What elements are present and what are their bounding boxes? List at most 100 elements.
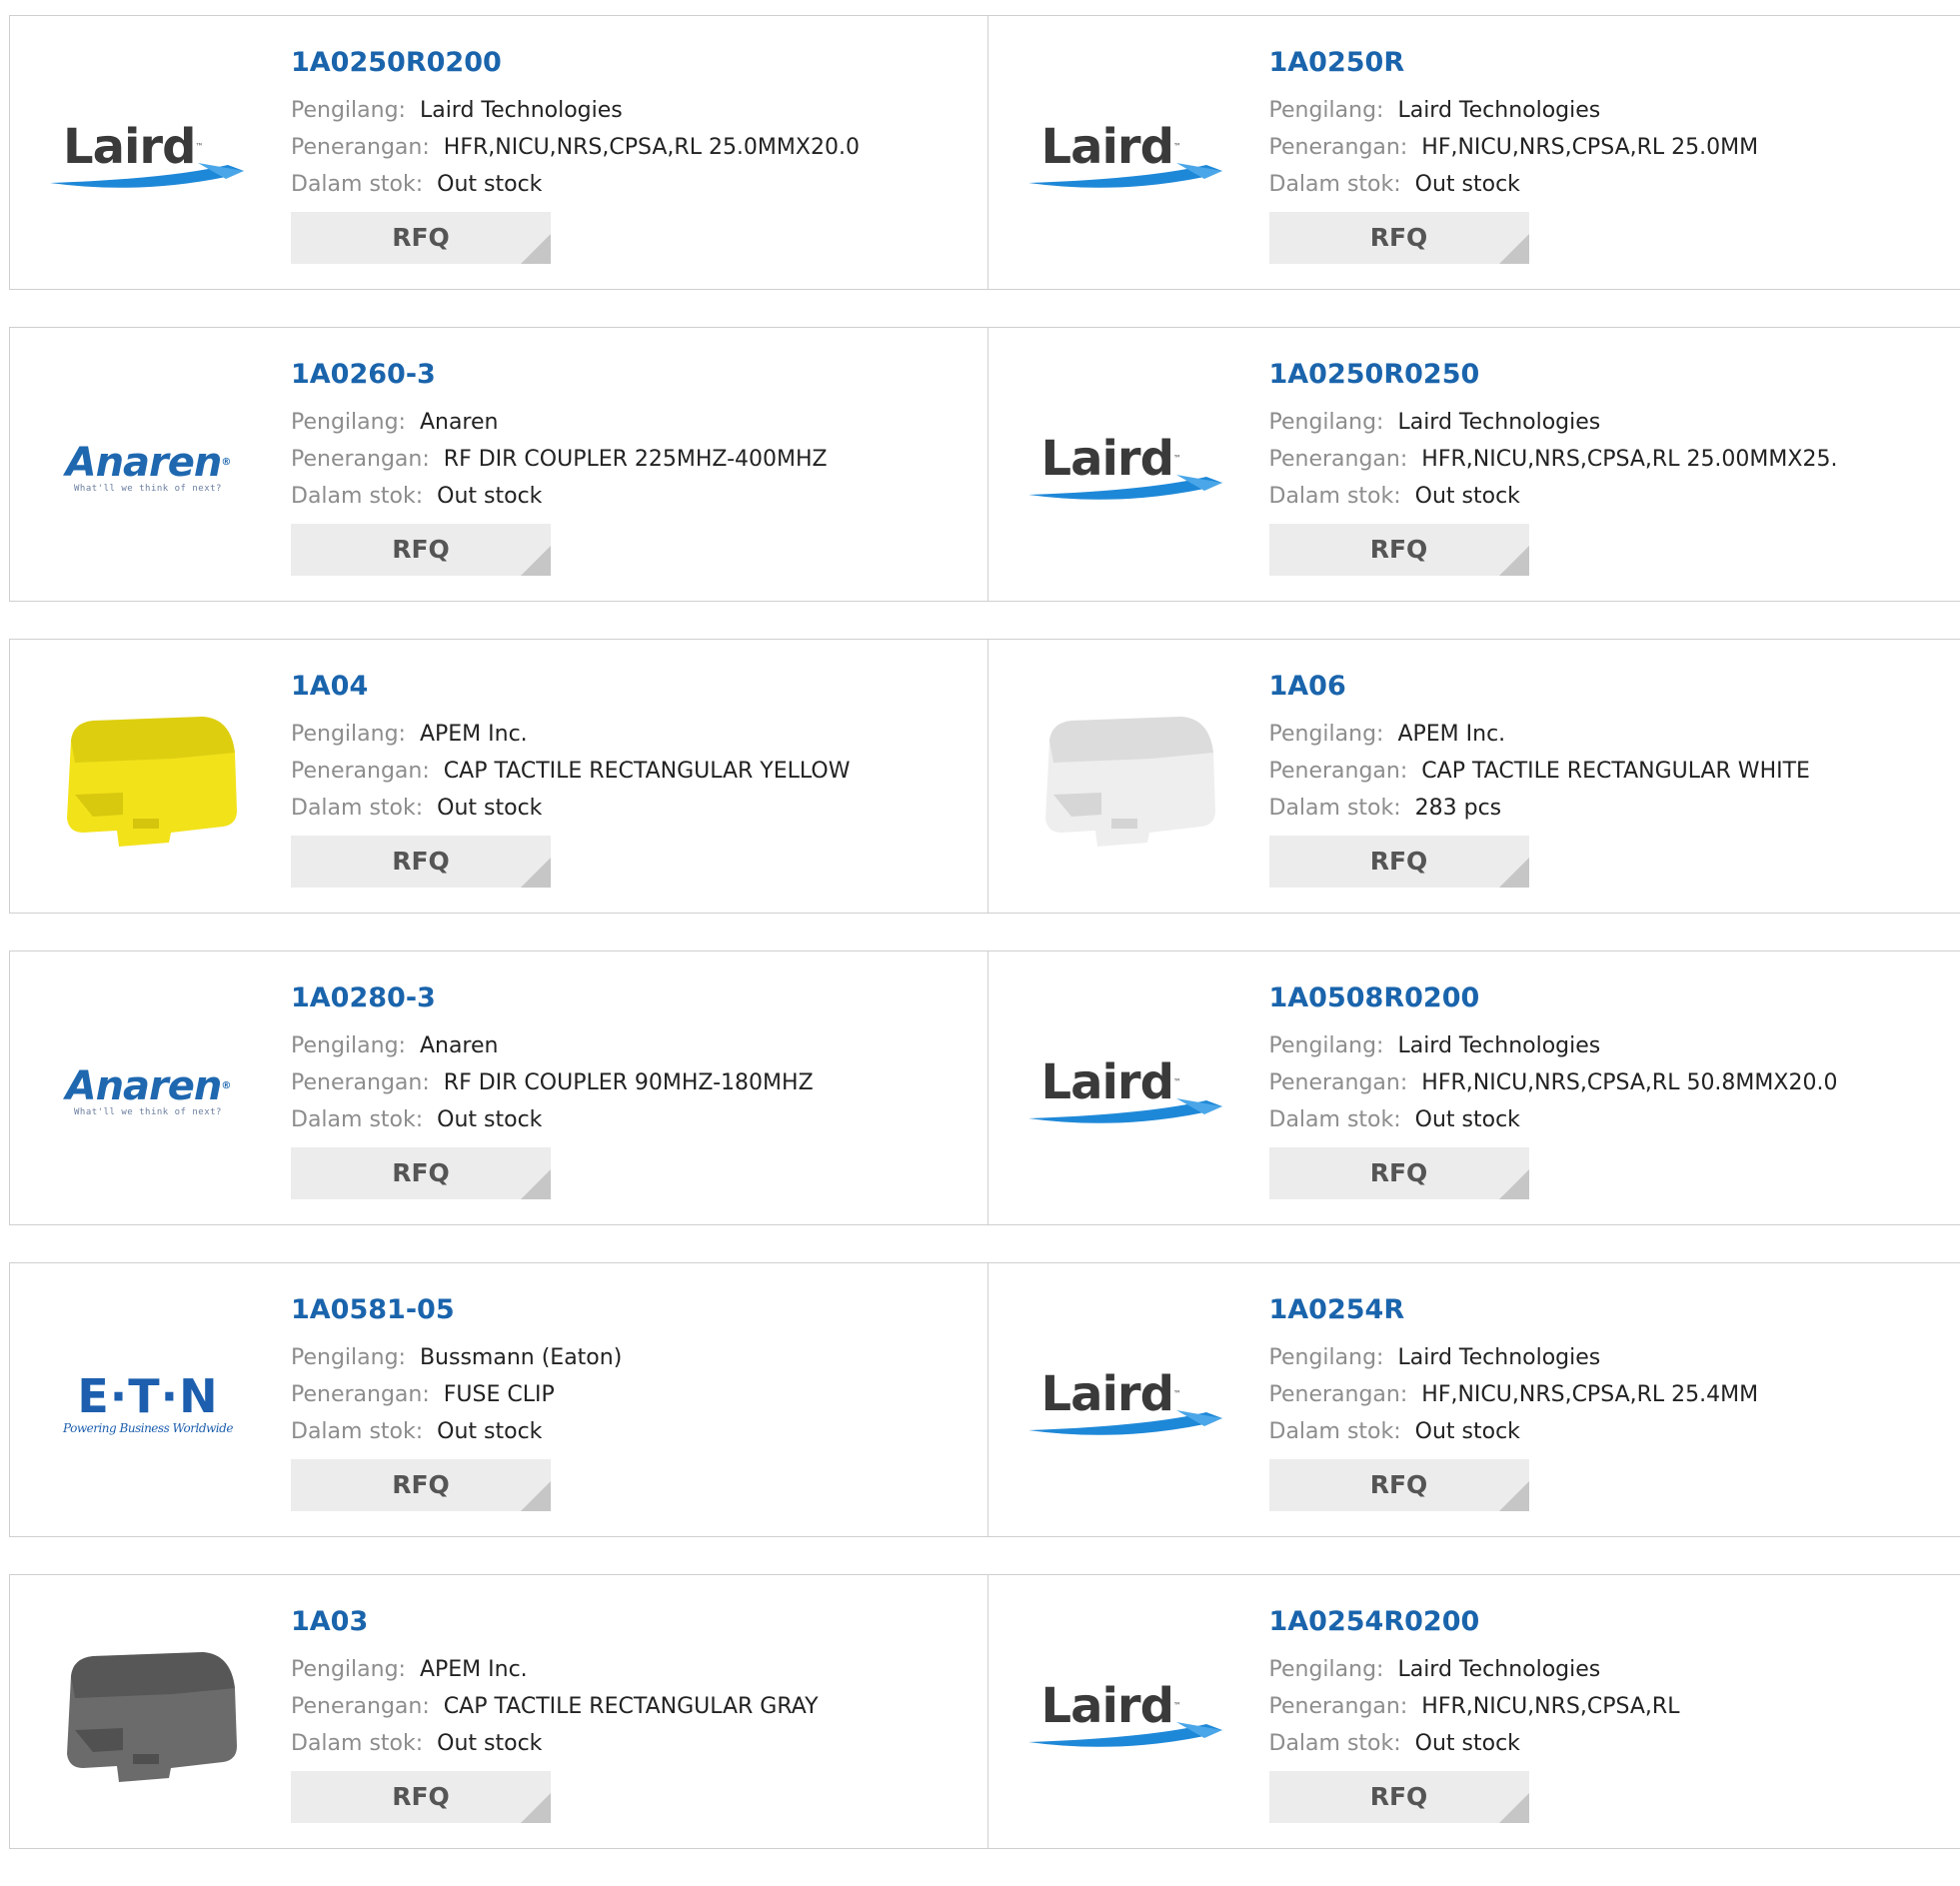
product-card: Laird™1A0254R0200Pengilang:Laird Technol… — [987, 1575, 1960, 1848]
stock-label: Dalam stok: — [1269, 172, 1401, 197]
rfq-button-label: RFQ — [1370, 223, 1428, 252]
rfq-button[interactable]: RFQ — [1269, 524, 1529, 576]
product-card: Laird™ 1A0254R Pengilang:Laird Technologie… — [987, 1263, 1960, 1536]
part-number-link[interactable]: 1A0254R — [1269, 1293, 1759, 1327]
product-row: E·T·NPowering Business Worldwide 1A0581-0… — [9, 1262, 1960, 1537]
part-number-link[interactable]: 1A0250R0200 — [291, 46, 860, 80]
rfq-button[interactable]: RFQ — [1269, 1147, 1529, 1199]
part-number-link[interactable]: 1A06 — [1269, 670, 1810, 704]
manufacturer-value: APEM Inc. — [1397, 722, 1505, 747]
manufacturer-logo[interactable] — [1026, 680, 1226, 880]
rfq-button[interactable]: RFQ — [1269, 212, 1529, 264]
manufacturer-logo[interactable]: Anaren®What'll we think of next? — [48, 368, 248, 568]
manufacturer-line: Pengilang:Laird Technologies — [1269, 92, 1759, 129]
description-label: Penerangan: — [291, 1382, 430, 1407]
stock-label: Dalam stok: — [1269, 796, 1401, 821]
part-number-link[interactable]: 1A0280-3 — [291, 981, 814, 1015]
rfq-button[interactable]: RFQ — [291, 1771, 551, 1823]
rfq-button[interactable]: RFQ — [291, 524, 551, 576]
manufacturer-line: Pengilang:Anaren — [291, 1027, 814, 1064]
description-value: HFR,NICU,NRS,CPSA,RL 25.0MMX20.0 — [444, 135, 860, 160]
corner-triangle-icon — [521, 858, 551, 888]
laird-logo: Laird™ — [1026, 1680, 1226, 1750]
rfq-button-label: RFQ — [1370, 1470, 1428, 1499]
stock-line: Dalam stok:Out stock — [291, 1413, 622, 1450]
part-number-link[interactable]: 1A03 — [291, 1605, 819, 1639]
part-number-link[interactable]: 1A0254R0200 — [1269, 1605, 1680, 1639]
product-card: Laird™ 1A0250R Pengilang:Laird Technologie… — [987, 16, 1960, 289]
description-value: HF,NICU,NRS,CPSA,RL 25.0MM — [1421, 135, 1758, 160]
part-number-link[interactable]: 1A04 — [291, 670, 850, 704]
part-number-link[interactable]: 1A0250R — [1269, 46, 1759, 80]
product-card: Anaren®What'll we think of next? 1A0280-3… — [10, 951, 987, 1224]
stock-label: Dalam stok: — [291, 1107, 423, 1132]
stock-value: Out stock — [437, 1731, 542, 1756]
rfq-button[interactable]: RFQ — [1269, 1459, 1529, 1511]
manufacturer-logo[interactable]: Laird™ — [1026, 368, 1226, 568]
stock-value: Out stock — [437, 172, 542, 197]
laird-logo: Laird™ — [1026, 1368, 1226, 1438]
stock-value: Out stock — [1415, 484, 1520, 509]
manufacturer-logo[interactable] — [48, 1615, 248, 1815]
stock-line: Dalam stok:283 pcs — [1269, 790, 1810, 827]
stock-line: Dalam stok:Out stock — [291, 790, 850, 827]
manufacturer-label: Pengilang: — [1269, 98, 1384, 123]
manufacturer-logo[interactable] — [48, 680, 248, 880]
rfq-button[interactable]: RFQ — [291, 212, 551, 264]
description-line: Penerangan:RF DIR COUPLER 225MHZ-400MHZ — [291, 441, 828, 478]
description-label: Penerangan: — [291, 447, 430, 472]
manufacturer-logo[interactable]: Laird™ — [1026, 56, 1226, 256]
stock-line: Dalam stok:Out stock — [1269, 478, 1838, 515]
rfq-button-label: RFQ — [1370, 847, 1428, 876]
anaren-logo: Anaren®What'll we think of next? — [66, 1065, 231, 1117]
stock-line: Dalam stok:Out stock — [1269, 1101, 1838, 1138]
description-label: Penerangan: — [291, 1070, 430, 1095]
manufacturer-line: Pengilang:Laird Technologies — [1269, 1339, 1759, 1376]
rfq-button[interactable]: RFQ — [291, 1459, 551, 1511]
rfq-button-label: RFQ — [1370, 1158, 1428, 1187]
manufacturer-logo[interactable]: E·T·NPowering Business Worldwide — [48, 1303, 248, 1503]
manufacturer-logo[interactable]: Laird™ — [48, 56, 248, 256]
part-number-link[interactable]: 1A0260-3 — [291, 358, 828, 392]
stock-label: Dalam stok: — [291, 1731, 423, 1756]
description-line: Penerangan:CAP TACTILE RECTANGULAR YELLO… — [291, 753, 850, 790]
rfq-button[interactable]: RFQ — [1269, 1771, 1529, 1823]
manufacturer-logo[interactable]: Laird™ — [1026, 1615, 1226, 1815]
rfq-button-label: RFQ — [392, 1782, 450, 1811]
product-card: 1A04 Pengilang:APEM Inc.Penerangan:CAP TA… — [10, 640, 987, 913]
description-value: FUSE CLIP — [444, 1382, 555, 1407]
stock-value: Out stock — [437, 1107, 542, 1132]
rfq-button[interactable]: RFQ — [291, 1147, 551, 1199]
manufacturer-logo[interactable]: Laird™ — [1026, 1303, 1226, 1503]
manufacturer-line: Pengilang:APEM Inc. — [291, 716, 850, 753]
corner-triangle-icon — [521, 1169, 551, 1199]
description-value: HFR,NICU,NRS,CPSA,RL — [1421, 1694, 1679, 1719]
product-row: 1A03Pengilang:APEM Inc.Penerangan:CAP TA… — [9, 1574, 1960, 1849]
description-line: Penerangan: FUSE CLIP — [291, 1376, 622, 1413]
stock-line: Dalam stok:Out stock — [1269, 1725, 1680, 1762]
part-number-link[interactable]: 1A0581-05 — [291, 1293, 622, 1327]
rfq-button[interactable]: RFQ — [291, 836, 551, 888]
manufacturer-value: Anaren — [420, 410, 499, 435]
stock-label: Dalam stok: — [291, 796, 423, 821]
description-line: Penerangan:HFR,NICU,NRS,CPSA,RL 50.8MMX2… — [1269, 1064, 1838, 1101]
manufacturer-line: Pengilang:Laird Technologies — [1269, 1027, 1838, 1064]
rfq-button-label: RFQ — [392, 223, 450, 252]
part-number-link[interactable]: 1A0250R0250 — [1269, 358, 1838, 392]
manufacturer-logo[interactable]: Anaren®What'll we think of next? — [48, 991, 248, 1191]
rfq-button-label: RFQ — [392, 1470, 450, 1499]
manufacturer-label: Pengilang: — [1269, 1657, 1384, 1682]
manufacturer-logo[interactable]: Laird™ — [1026, 991, 1226, 1191]
product-card: E·T·NPowering Business Worldwide 1A0581-0… — [10, 1263, 987, 1536]
rfq-button[interactable]: RFQ — [1269, 836, 1529, 888]
rfq-button-label: RFQ — [392, 535, 450, 564]
stock-label: Dalam stok: — [1269, 1419, 1401, 1444]
description-value: CAP TACTILE RECTANGULAR YELLOW — [444, 759, 851, 784]
manufacturer-label: Pengilang: — [291, 722, 406, 747]
corner-triangle-icon — [1499, 1793, 1529, 1823]
description-value: HFR,NICU,NRS,CPSA,RL 25.00MMX25. — [1421, 447, 1837, 472]
description-label: Penerangan: — [291, 135, 430, 160]
part-number-link[interactable]: 1A0508R0200 — [1269, 981, 1838, 1015]
corner-triangle-icon — [521, 546, 551, 576]
corner-triangle-icon — [1499, 1169, 1529, 1199]
